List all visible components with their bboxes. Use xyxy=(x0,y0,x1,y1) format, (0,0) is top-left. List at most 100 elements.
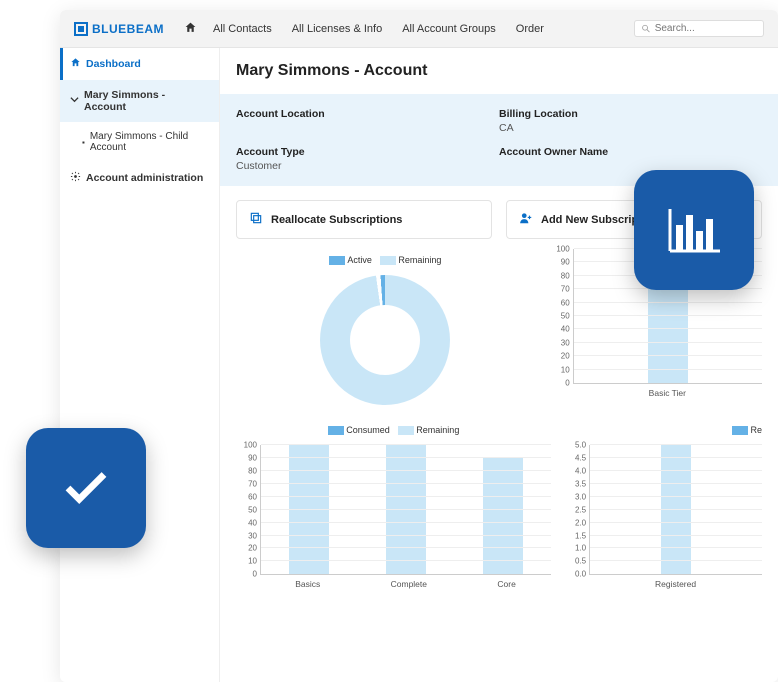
home-icon xyxy=(70,57,81,71)
xlabel-registered: Registered xyxy=(655,579,696,589)
sidebar-admin[interactable]: Account administration xyxy=(60,162,219,194)
sidebar-account[interactable]: Mary Simmons - Account xyxy=(60,80,219,122)
donut-chart xyxy=(320,275,450,405)
bullet-icon: ▪ xyxy=(82,138,85,147)
y-tick: 100 xyxy=(237,441,257,450)
y-tick: 50 xyxy=(550,312,570,321)
bar-registered xyxy=(661,445,691,574)
account-location-label: Account Location xyxy=(236,108,499,120)
brand-logo[interactable]: BLUEBEAM xyxy=(74,22,164,36)
gridline xyxy=(590,535,762,536)
sidebar-child-label: Mary Simmons - Child Account xyxy=(90,131,209,153)
search-box[interactable] xyxy=(634,20,764,37)
y-tick: 30 xyxy=(237,531,257,540)
gridline xyxy=(261,457,551,458)
gridline xyxy=(590,470,762,471)
chevron-down-icon xyxy=(70,95,79,107)
add-user-icon xyxy=(519,211,533,228)
gridline xyxy=(261,496,551,497)
y-tick: 70 xyxy=(550,285,570,294)
account-type-label: Account Type xyxy=(236,146,499,158)
donut-chart-panel: Active Remaining xyxy=(236,249,535,405)
home-icon[interactable] xyxy=(184,21,197,37)
legend-re-label: Re xyxy=(750,425,762,435)
y-tick: 4.5 xyxy=(566,454,586,463)
gridline xyxy=(590,547,762,548)
sidebar-account-label: Mary Simmons - Account xyxy=(84,89,209,113)
gridline xyxy=(574,328,762,329)
y-tick: 5.0 xyxy=(566,441,586,450)
legend-remaining-label: Remaining xyxy=(398,255,441,265)
y-tick: 60 xyxy=(550,298,570,307)
nav-all-contacts[interactable]: All Contacts xyxy=(213,23,272,35)
gridline xyxy=(261,444,551,445)
y-tick: 40 xyxy=(237,518,257,527)
gridline xyxy=(590,496,762,497)
y-tick: 70 xyxy=(237,479,257,488)
gridline xyxy=(261,560,551,561)
page-title: Mary Simmons - Account xyxy=(220,48,778,94)
y-tick: 90 xyxy=(237,454,257,463)
copy-icon xyxy=(249,211,263,228)
gridline xyxy=(590,509,762,510)
legend-swatch-remaining xyxy=(380,256,396,265)
check-icon xyxy=(59,461,113,515)
legend-swatch-consumed xyxy=(328,426,344,435)
y-tick: 3.5 xyxy=(566,479,586,488)
y-tick: 20 xyxy=(550,352,570,361)
reallocate-subscriptions-button[interactable]: Reallocate Subscriptions xyxy=(236,200,492,239)
legend-swatch-re xyxy=(732,426,748,435)
gridline xyxy=(574,369,762,370)
y-tick: 2.0 xyxy=(566,518,586,527)
gear-icon xyxy=(70,171,81,185)
search-icon xyxy=(641,23,651,34)
y-tick: 80 xyxy=(550,271,570,280)
donut-legend: Active Remaining xyxy=(236,255,535,265)
y-tick: 10 xyxy=(550,365,570,374)
gridline xyxy=(590,522,762,523)
billing-location-value: CA xyxy=(499,122,762,134)
sidebar-dashboard-label: Dashboard xyxy=(86,58,141,70)
re-legend: Re xyxy=(565,425,762,435)
sidebar-dashboard[interactable]: Dashboard xyxy=(60,48,219,80)
bar-basics xyxy=(289,445,329,574)
y-tick: 80 xyxy=(237,467,257,476)
gridline xyxy=(261,547,551,548)
top-nav: BLUEBEAM All Contacts All Licenses & Inf… xyxy=(60,10,778,48)
gridline xyxy=(261,535,551,536)
gridline xyxy=(261,470,551,471)
bar-chart-icon xyxy=(664,205,724,255)
nav-all-groups[interactable]: All Account Groups xyxy=(402,23,496,35)
xlabel-basics: Basics xyxy=(295,579,320,589)
y-tick: 10 xyxy=(237,557,257,566)
nav-order[interactable]: Order xyxy=(516,23,544,35)
y-tick: 0.0 xyxy=(566,570,586,579)
billing-location-label: Billing Location xyxy=(499,108,762,120)
brand-text: BLUEBEAM xyxy=(92,22,164,36)
floating-check-badge xyxy=(26,428,146,548)
sidebar-child-account[interactable]: ▪ Mary Simmons - Child Account xyxy=(60,122,219,162)
y-tick: 1.0 xyxy=(566,544,586,553)
content: Mary Simmons - Account Account Location … xyxy=(220,48,778,682)
y-tick: 40 xyxy=(550,325,570,334)
gridline xyxy=(261,509,551,510)
sidebar: Dashboard Mary Simmons - Account ▪ Mary … xyxy=(60,48,220,682)
search-input[interactable] xyxy=(655,23,757,34)
y-tick: 1.5 xyxy=(566,531,586,540)
account-type-value: Customer xyxy=(236,160,499,172)
gridline xyxy=(574,342,762,343)
y-tick: 100 xyxy=(550,245,570,254)
gridline xyxy=(574,355,762,356)
nav-all-licenses[interactable]: All Licenses & Info xyxy=(292,23,383,35)
legend-swatch-remaining2 xyxy=(398,426,414,435)
y-tick: 0.5 xyxy=(566,557,586,566)
y-tick: 20 xyxy=(237,544,257,553)
gridline xyxy=(261,483,551,484)
bar-core xyxy=(483,458,523,574)
sidebar-admin-label: Account administration xyxy=(86,172,203,184)
legend-active-label: Active xyxy=(347,255,372,265)
gridline xyxy=(590,560,762,561)
bar-chart-registered: Re 0.00.51.01.52.02.53.03.54.04.55.0 Reg… xyxy=(565,419,762,589)
legend-remaining2-label: Remaining xyxy=(416,425,459,435)
y-tick: 50 xyxy=(237,505,257,514)
